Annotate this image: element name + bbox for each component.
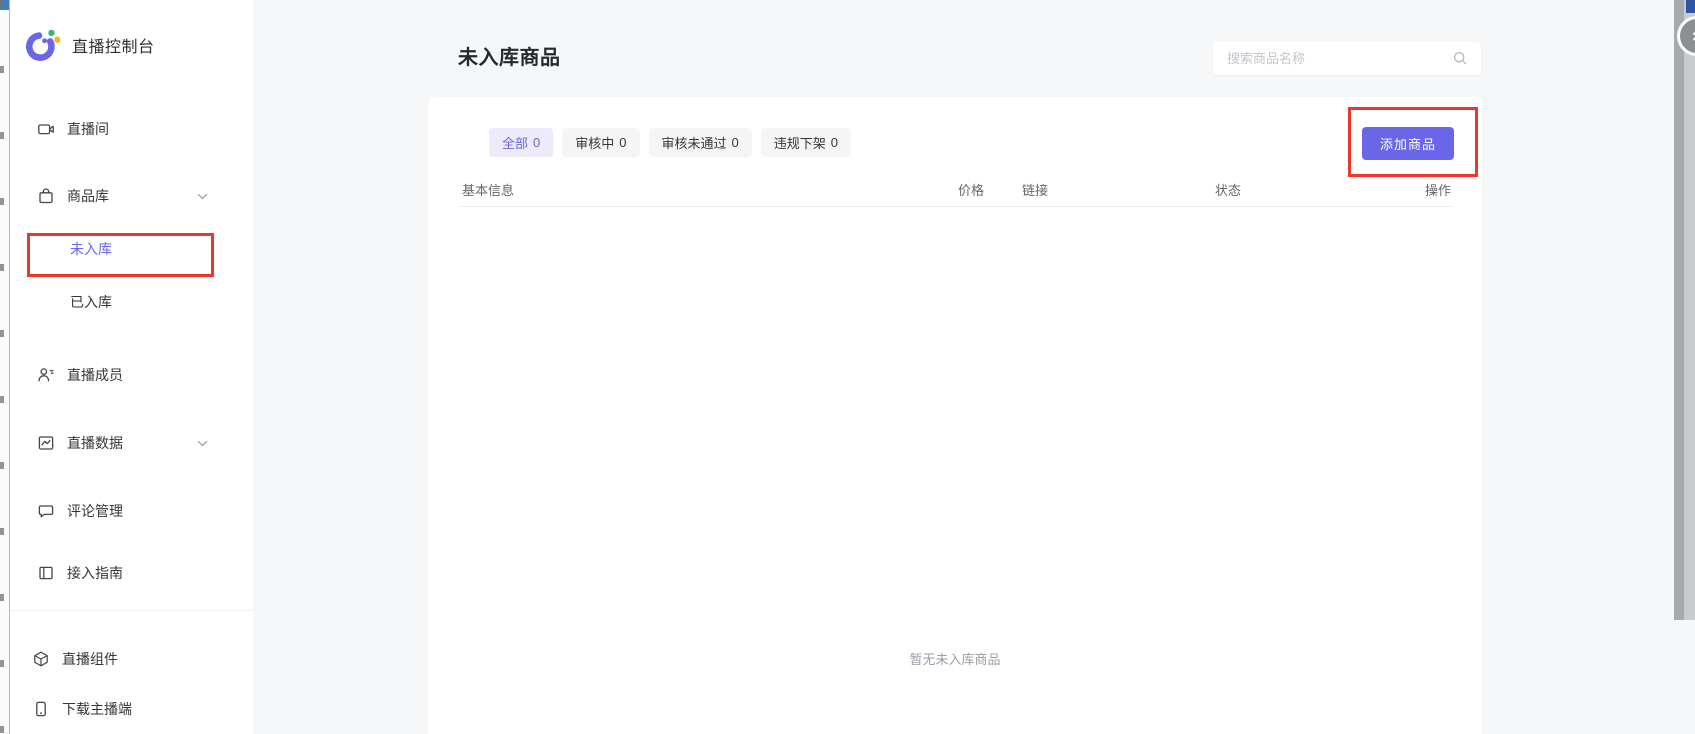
background-window-edge-right [1684, 0, 1695, 620]
column-header-basic-info: 基本信息 [462, 180, 514, 199]
chevron-down-icon [197, 440, 208, 447]
phone-icon [32, 700, 50, 718]
guide-icon [37, 564, 55, 582]
filter-tab-label: 违规下架 [774, 133, 826, 152]
sidebar-item-label: 直播数据 [67, 433, 123, 453]
member-icon [37, 366, 55, 384]
background-text-fragments [0, 0, 4, 734]
sidebar-item-not-in-stock[interactable]: 未入库 [10, 229, 253, 269]
sidebar-item-live-components[interactable]: 直播组件 [10, 639, 253, 679]
chevron-down-icon [197, 193, 208, 200]
sidebar-item-label: 未入库 [70, 239, 112, 259]
filter-tab-in-review[interactable]: 审核中 0 [562, 128, 639, 157]
column-header-link: 链接 [1022, 180, 1048, 199]
sidebar-item-label: 接入指南 [67, 563, 123, 583]
sidebar-item-label: 直播成员 [67, 365, 123, 385]
filter-tab-count: 0 [619, 135, 626, 150]
sidebar-item-live-data[interactable]: 直播数据 [10, 423, 253, 463]
background-fragment [1686, 0, 1695, 13]
sidebar-item-label: 商品库 [67, 186, 109, 206]
column-header-actions: 操作 [1425, 180, 1451, 199]
sidebar: 直播控制台 直播间 商品库 [10, 0, 253, 734]
sidebar-item-label: 直播间 [67, 119, 109, 139]
content-card: 全部 0 审核中 0 审核未通过 0 违规下架 0 添加商品 基本信息 价格 链… [428, 97, 1482, 734]
filter-tab-label: 全部 [502, 133, 528, 152]
search-icon[interactable] [1452, 50, 1469, 67]
sidebar-divider [10, 610, 253, 611]
screen: 直播控制台 直播间 商品库 [0, 0, 1695, 734]
filter-tab-label: 审核未通过 [662, 133, 727, 152]
table-header-row: 基本信息 价格 链接 状态 操作 [428, 180, 1482, 200]
sidebar-item-live-members[interactable]: 直播成员 [10, 355, 253, 395]
logo-row: 直播控制台 [24, 26, 155, 64]
bag-icon [37, 187, 55, 205]
sidebar-item-liveroom[interactable]: 直播间 [10, 109, 253, 149]
cube-icon [32, 650, 50, 668]
add-product-button[interactable]: 添加商品 [1362, 127, 1454, 160]
sidebar-item-label: 直播组件 [62, 649, 118, 669]
sidebar-item-comment-management[interactable]: 评论管理 [10, 491, 253, 531]
filter-tab-count: 0 [831, 135, 838, 150]
sidebar-item-product-library[interactable]: 商品库 [10, 176, 253, 216]
comment-icon [37, 502, 55, 520]
column-header-price: 价格 [958, 180, 984, 199]
search-input[interactable] [1213, 51, 1452, 66]
app-title: 直播控制台 [72, 33, 155, 57]
sidebar-item-label: 已入库 [70, 292, 112, 312]
search-box [1213, 42, 1481, 75]
page-title: 未入库商品 [458, 41, 561, 70]
app-logo-icon [24, 26, 62, 64]
column-header-status: 状态 [1215, 180, 1241, 199]
filter-tab-count: 0 [533, 135, 540, 150]
empty-state-text: 暂无未入库商品 [428, 649, 1482, 668]
sidebar-item-label: 评论管理 [67, 501, 123, 521]
sidebar-item-download-host-app[interactable]: 下载主播端 [10, 689, 253, 729]
sidebar-item-in-stock[interactable]: 已入库 [10, 282, 253, 322]
filter-tab-all[interactable]: 全部 0 [489, 128, 553, 157]
background-scrollbar[interactable] [1674, 0, 1684, 620]
filter-tabs: 全部 0 审核中 0 审核未通过 0 违规下架 0 [489, 128, 851, 157]
filter-tab-count: 0 [732, 135, 739, 150]
filter-tab-review-failed[interactable]: 审核未通过 0 [649, 128, 752, 157]
sidebar-item-integration-guide[interactable]: 接入指南 [10, 553, 253, 593]
chart-icon [37, 434, 55, 452]
table-header-divider [460, 206, 1452, 207]
camera-icon [37, 120, 55, 138]
sidebar-item-label: 下载主播端 [62, 699, 132, 719]
filter-tab-removed-violation[interactable]: 违规下架 0 [761, 128, 851, 157]
background-window-edge [0, 0, 10, 734]
filter-tab-label: 审核中 [575, 133, 614, 152]
